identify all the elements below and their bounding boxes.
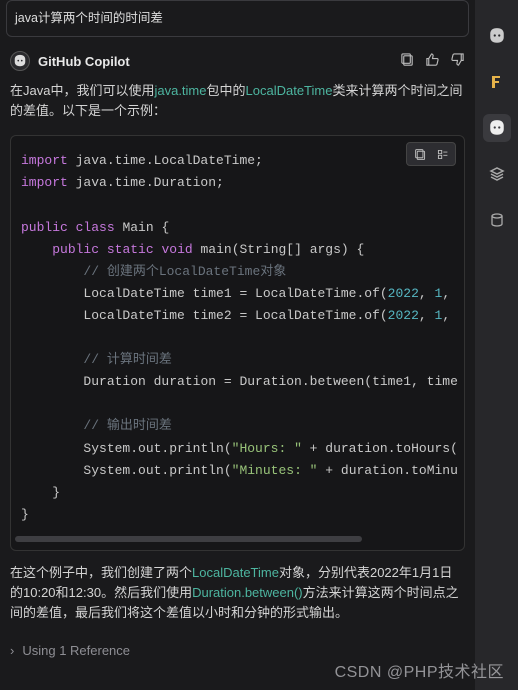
text: 在Java中，我们可以使用 — [10, 83, 154, 98]
text: 在这个例子中，我们创建了两个 — [10, 565, 192, 580]
fitten-icon[interactable] — [483, 68, 511, 96]
copy-code-icon[interactable] — [412, 146, 428, 162]
code-ref: java.time — [154, 83, 206, 98]
chevron-right-icon: › — [10, 643, 14, 658]
thumbs-down-icon[interactable] — [450, 52, 465, 70]
code-ref: LocalDateTime — [246, 83, 333, 98]
code-content: import java.time.LocalDateTime; import j… — [11, 136, 464, 536]
assistant-message: GitHub Copilot 在Java中，我们可以使用java.time包中的… — [0, 43, 475, 633]
activity-bar — [475, 0, 518, 690]
user-query-text: java计算两个时间的时间差 — [15, 11, 163, 25]
db-icon[interactable] — [483, 206, 511, 234]
stack-icon[interactable] — [483, 160, 511, 188]
user-query-box: java计算两个时间的时间差 — [6, 0, 469, 37]
assistant-outro-text: 在这个例子中，我们创建了两个LocalDateTime对象，分别代表2022年1… — [10, 563, 465, 623]
code-toolbar — [406, 142, 456, 166]
references-row[interactable]: › Using 1 Reference — [0, 633, 475, 668]
assistant-intro-text: 在Java中，我们可以使用java.time包中的LocalDateTime类来… — [10, 81, 465, 121]
insert-code-icon[interactable] — [434, 146, 450, 162]
text: 包中的 — [207, 83, 246, 98]
copilot-avatar-icon — [10, 51, 30, 71]
copilot-panel-icon[interactable] — [483, 22, 511, 50]
thumbs-up-icon[interactable] — [425, 52, 440, 70]
references-label: Using 1 Reference — [22, 643, 130, 658]
message-actions — [400, 52, 465, 70]
chat-panel-icon[interactable] — [483, 114, 511, 142]
code-ref: LocalDateTime — [192, 565, 279, 580]
copy-message-icon[interactable] — [400, 52, 415, 70]
code-block: import java.time.LocalDateTime; import j… — [10, 135, 465, 551]
assistant-header: GitHub Copilot — [10, 51, 465, 81]
assistant-name: GitHub Copilot — [38, 54, 392, 69]
code-ref: Duration.between() — [192, 585, 303, 600]
horizontal-scrollbar[interactable] — [15, 536, 460, 546]
